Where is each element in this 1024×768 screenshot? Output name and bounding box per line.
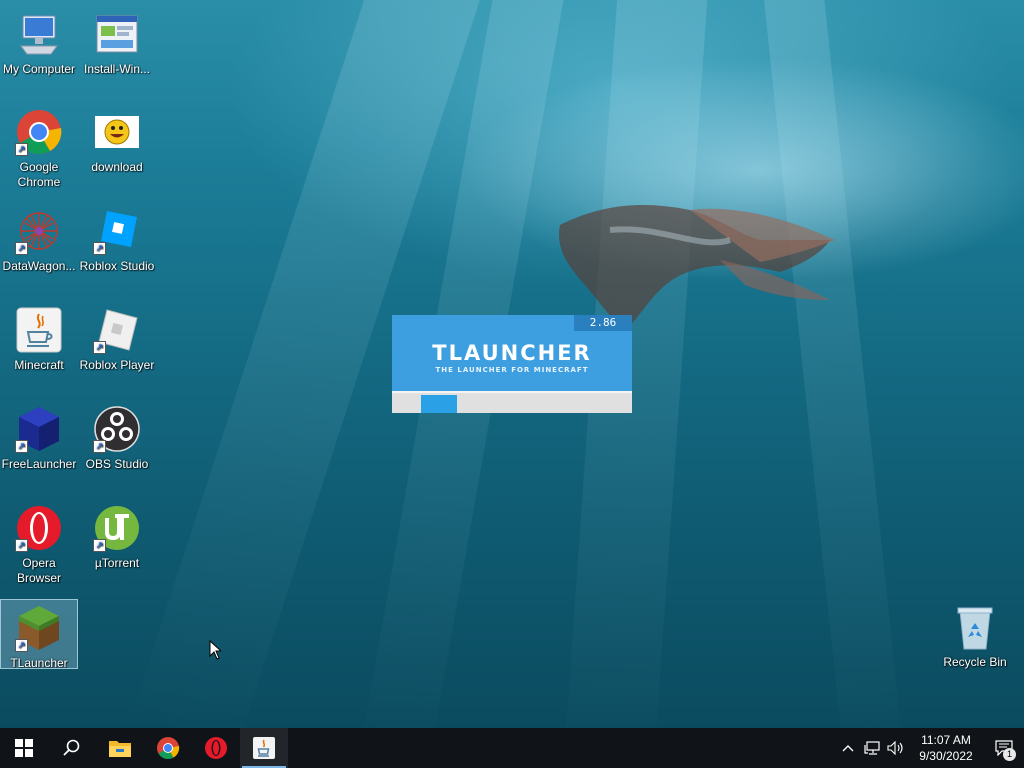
icon-label: My Computer	[2, 62, 76, 76]
chevron-up-icon	[842, 745, 854, 752]
tlauncher-title: TLAUNCHER	[432, 341, 592, 365]
monitor-icon	[15, 10, 63, 58]
icon-label: Recycle Bin	[943, 655, 1007, 669]
java-icon	[253, 737, 275, 759]
system-tray: 11:07 AM 9/30/2022 1	[836, 728, 1024, 768]
icon-label: Roblox Player	[79, 358, 155, 372]
shortcut-arrow-icon: ↗	[15, 539, 28, 552]
shortcut-arrow-icon: ↗	[15, 440, 28, 453]
search-button[interactable]	[48, 728, 96, 768]
notification-count-badge: 1	[1003, 748, 1016, 761]
file-explorer-icon	[109, 741, 131, 757]
tlauncher-progress-bar	[392, 391, 632, 413]
icon-label: download	[91, 160, 143, 174]
desktop-icon-datawagon[interactable]: ↗ DataWagon...	[0, 203, 78, 274]
icon-label: Roblox Studio	[79, 259, 155, 273]
java-icon	[15, 306, 63, 354]
shortcut-arrow-icon: ↗	[15, 143, 28, 156]
mouse-cursor-icon	[209, 640, 221, 660]
search-icon	[63, 739, 80, 756]
chrome-icon	[157, 737, 180, 759]
desktop-icon-roblox-studio[interactable]: ↗ Roblox Studio	[78, 203, 156, 274]
desktop-icon-google-chrome[interactable]: ↗ Google Chrome	[0, 104, 78, 190]
shortcut-arrow-icon: ↗	[15, 242, 28, 255]
icon-label: Install-Win...	[83, 62, 150, 76]
taskbar-clock[interactable]: 11:07 AM 9/30/2022	[908, 732, 984, 764]
desktop-icon-recycle-bin[interactable]: Recycle Bin	[936, 599, 1014, 670]
icon-label: Opera Browser	[16, 556, 61, 585]
installer-icon	[93, 10, 141, 58]
taskbar-java-tlauncher[interactable]	[240, 728, 288, 768]
desktop-icon-opera[interactable]: ↗ Opera Browser	[0, 500, 78, 586]
datawagon-icon: ↗	[15, 207, 63, 255]
desktop-icon-install-win[interactable]: Install-Win...	[78, 6, 156, 77]
shortcut-arrow-icon: ↗	[93, 440, 106, 453]
network-button[interactable]	[860, 728, 884, 768]
icon-label: Google Chrome	[17, 160, 61, 189]
opera-icon	[205, 737, 227, 759]
tlauncher-splash-window: 2.86 TLAUNCHER THE LAUNCHER FOR MINECRAF…	[392, 315, 632, 413]
desktop-icon-roblox-player[interactable]: ↗ Roblox Player	[78, 302, 156, 373]
taskbar-opera[interactable]	[192, 728, 240, 768]
shortcut-arrow-icon: ↗	[93, 242, 106, 255]
volume-icon	[887, 741, 903, 755]
shortcut-arrow-icon: ↗	[93, 539, 106, 552]
show-hidden-icons-button[interactable]	[836, 728, 860, 768]
desktop-icon-minecraft[interactable]: Minecraft	[0, 302, 78, 373]
tlauncher-progress-fill	[421, 395, 457, 413]
network-icon	[864, 741, 880, 755]
tlauncher-version: 2.86	[574, 315, 632, 331]
chrome-icon: ↗	[15, 108, 63, 156]
desktop-icon-utorrent[interactable]: ↗ µTorrent	[78, 500, 156, 571]
desktop-icon-tlauncher[interactable]: ↗ TLauncher	[0, 599, 78, 669]
desktop-icon-my-computer[interactable]: My Computer	[0, 6, 78, 77]
taskbar: 11:07 AM 9/30/2022 1	[0, 728, 1024, 768]
clock-date: 9/30/2022	[919, 749, 973, 763]
volume-button[interactable]	[884, 728, 908, 768]
grass-block-icon: ↗	[15, 604, 63, 652]
roblox-studio-icon: ↗	[93, 207, 141, 255]
desktop-icon-freelauncher[interactable]: ↗ FreeLauncher	[0, 401, 78, 472]
shortcut-arrow-icon: ↗	[93, 341, 106, 354]
taskbar-chrome[interactable]	[144, 728, 192, 768]
icon-label: TLauncher	[10, 656, 68, 668]
icon-label: Minecraft	[14, 358, 64, 372]
icon-label: OBS Studio	[85, 457, 149, 471]
obs-icon: ↗	[93, 405, 141, 453]
desktop-icon-download[interactable]: download	[78, 104, 156, 175]
shortcut-arrow-icon: ↗	[15, 639, 28, 652]
utorrent-icon: ↗	[93, 504, 141, 552]
icon-label: DataWagon...	[2, 259, 76, 273]
opera-icon: ↗	[15, 504, 63, 552]
recycle-bin-icon	[951, 603, 999, 651]
windows-start-icon	[15, 739, 33, 757]
desktop[interactable]: My Computer ↗ Google Chrome ↗ DataWagon.…	[0, 0, 1024, 728]
action-center-button[interactable]: 1	[984, 728, 1024, 768]
smiley-image-icon	[93, 108, 141, 156]
tlauncher-subtitle: THE LAUNCHER FOR MINECRAFT	[435, 366, 589, 374]
icon-label: µTorrent	[94, 556, 140, 570]
clock-time: 11:07 AM	[921, 733, 971, 747]
desktop-icon-obs-studio[interactable]: ↗ OBS Studio	[78, 401, 156, 472]
start-button[interactable]	[0, 728, 48, 768]
cube-icon: ↗	[15, 405, 63, 453]
taskbar-file-explorer[interactable]	[96, 728, 144, 768]
roblox-player-icon: ↗	[93, 306, 141, 354]
icon-label: FreeLauncher	[1, 457, 77, 471]
